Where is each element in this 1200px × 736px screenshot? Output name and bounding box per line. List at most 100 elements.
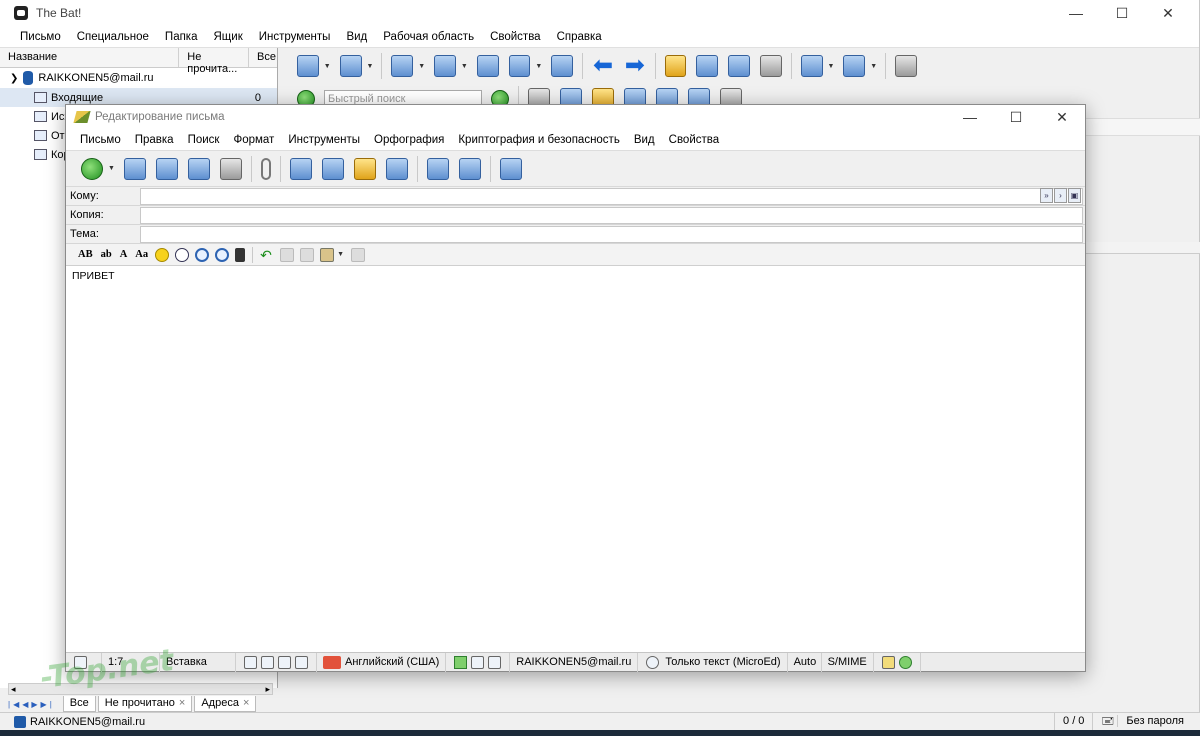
menu-view[interactable]: Вид xyxy=(338,31,375,43)
justify-icon[interactable] xyxy=(278,655,291,669)
chevron-down-icon[interactable]: ❯ xyxy=(10,73,18,84)
goto-icon[interactable] xyxy=(385,157,408,180)
uppercase-button[interactable]: AB xyxy=(78,249,93,260)
smime-label[interactable]: S/MIME xyxy=(822,652,874,672)
compose-minimize-button[interactable]: — xyxy=(947,105,993,129)
discard-icon[interactable] xyxy=(499,157,522,180)
dropdown-arrow-icon[interactable]: ▼ xyxy=(367,63,374,70)
tab-all[interactable]: Все xyxy=(62,696,96,712)
undo-icon[interactable]: ↶ xyxy=(260,248,274,262)
forward-icon[interactable] xyxy=(508,55,531,77)
zoom-out-icon[interactable] xyxy=(215,247,230,262)
address-book-icon[interactable] xyxy=(664,55,687,77)
menu-properties[interactable]: Свойства xyxy=(482,31,549,43)
sign-icon[interactable] xyxy=(458,157,481,180)
previous-arrow-icon[interactable]: ⬅ xyxy=(592,54,614,78)
copy-to-folder-icon[interactable] xyxy=(843,55,866,77)
print-icon[interactable] xyxy=(219,157,242,180)
move-to-folder-icon[interactable] xyxy=(800,55,823,77)
toggle-case-button[interactable]: Aa xyxy=(135,249,148,260)
compose-menu-letter[interactable]: Письмо xyxy=(73,134,128,146)
copy-icon[interactable] xyxy=(300,247,315,262)
menu-help[interactable]: Справка xyxy=(549,31,610,43)
menu-tools[interactable]: Инструменты xyxy=(251,31,339,43)
compose-menu-format[interactable]: Формат xyxy=(226,134,281,146)
compose-close-button[interactable]: ✕ xyxy=(1039,105,1085,129)
send-icon[interactable] xyxy=(81,157,103,180)
queue-message-icon[interactable] xyxy=(123,157,146,180)
dropdown-arrow-icon[interactable]: ▼ xyxy=(535,63,542,70)
table-icon[interactable] xyxy=(295,655,308,669)
dropdown-arrow-icon[interactable]: ▼ xyxy=(324,63,331,70)
send-queue-icon[interactable] xyxy=(339,55,362,77)
scroll-right-icon[interactable]: ▸ xyxy=(265,684,270,695)
address-book-icon[interactable]: ▣ xyxy=(1068,188,1081,203)
attach-paperclip-icon[interactable] xyxy=(260,157,271,180)
new-message-icon[interactable] xyxy=(391,55,414,77)
menu-workspace[interactable]: Рабочая область xyxy=(375,31,482,43)
compose-menu-search[interactable]: Поиск xyxy=(181,134,227,146)
dropdown-arrow-icon[interactable]: ▼ xyxy=(418,63,425,70)
cc-field[interactable] xyxy=(140,206,1083,224)
col-name[interactable]: Название xyxy=(0,48,180,67)
expand-icon[interactable]: » xyxy=(1040,188,1053,203)
cut-icon[interactable] xyxy=(280,247,295,262)
dropdown-arrow-icon[interactable]: ▼ xyxy=(828,63,835,70)
special-chars-icon[interactable] xyxy=(235,247,246,262)
menu-folder[interactable]: Папка xyxy=(157,31,206,43)
find-icon[interactable] xyxy=(289,157,312,180)
subject-field[interactable] xyxy=(140,225,1083,243)
tab-addresses[interactable]: Адреса × xyxy=(194,696,257,712)
get-mail-icon[interactable] xyxy=(297,55,319,77)
find-next-icon[interactable] xyxy=(321,157,344,180)
page-icon[interactable] xyxy=(244,655,257,669)
confirm-icon[interactable] xyxy=(471,655,485,669)
receipt-icon[interactable] xyxy=(454,655,468,669)
next-arrow-icon[interactable]: ➡ xyxy=(624,54,646,78)
menu-special[interactable]: Специальное xyxy=(69,31,157,43)
print-icon[interactable] xyxy=(759,55,782,77)
find-message-icon[interactable] xyxy=(696,55,719,77)
quote-icon[interactable] xyxy=(175,247,190,262)
priority-icon[interactable] xyxy=(488,655,502,669)
compose-menu-tools[interactable]: Инструменты xyxy=(281,134,367,146)
save-draft-icon[interactable] xyxy=(155,157,178,180)
close-tab-icon[interactable]: × xyxy=(179,697,185,709)
from-account[interactable]: RAIKKONEN5@mail.ru xyxy=(510,652,639,672)
menu-letter[interactable]: Письмо xyxy=(12,31,69,43)
minimize-button[interactable]: — xyxy=(1053,0,1099,26)
lock-icon[interactable] xyxy=(881,655,895,669)
delete-trash-icon[interactable] xyxy=(895,55,917,77)
save-message-icon[interactable] xyxy=(728,55,750,77)
dropdown-arrow-icon[interactable]: ▼ xyxy=(108,165,115,172)
compose-menu-properties[interactable]: Свойства xyxy=(662,134,727,146)
col-unread[interactable]: Не прочита... xyxy=(179,48,249,75)
font-size-button[interactable]: A xyxy=(120,249,128,260)
redirect-icon[interactable] xyxy=(551,55,574,77)
compose-menu-spelling[interactable]: Орфография xyxy=(367,134,451,146)
insert-icon[interactable] xyxy=(351,247,366,262)
dropdown-arrow-icon[interactable]: ▼ xyxy=(337,251,344,258)
close-button[interactable]: ✕ xyxy=(1145,0,1191,26)
compose-menu-crypto[interactable]: Криптография и безопасность xyxy=(451,134,626,146)
paste-icon[interactable] xyxy=(320,247,335,262)
encrypt-icon[interactable] xyxy=(426,157,449,180)
compose-maximize-button[interactable]: ☐ xyxy=(993,105,1039,129)
col-all[interactable]: Все xyxy=(249,48,277,67)
lowercase-button[interactable]: ab xyxy=(101,249,112,260)
compose-menu-edit[interactable]: Правка xyxy=(128,134,181,146)
scroll-left-icon[interactable]: ◂ xyxy=(11,684,16,695)
menu-mailbox[interactable]: Ящик xyxy=(206,31,251,43)
reply-all-icon[interactable] xyxy=(476,55,499,77)
next-field-icon[interactable]: › xyxy=(1054,188,1067,203)
tab-navigation-arrows-icon[interactable]: |◀◀▶▶| xyxy=(8,700,55,709)
to-field[interactable] xyxy=(140,187,1083,205)
save-template-icon[interactable] xyxy=(187,157,210,180)
dropdown-arrow-icon[interactable]: ▼ xyxy=(461,63,468,70)
preview-pane-divider[interactable] xyxy=(1086,242,1200,254)
dropdown-arrow-icon[interactable]: ▼ xyxy=(870,63,877,70)
message-body-editor[interactable]: ПРИВЕТ xyxy=(66,265,1085,653)
replace-icon[interactable] xyxy=(353,157,376,180)
language-cell[interactable]: Английский (США) xyxy=(317,652,447,672)
wrap-icon[interactable] xyxy=(261,655,274,669)
